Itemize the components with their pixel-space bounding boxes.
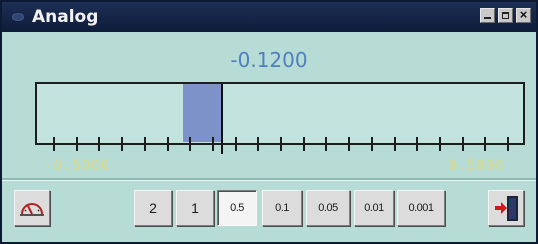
scale-tick [325, 137, 328, 151]
scale-tick [348, 137, 351, 151]
scale-tick [189, 137, 192, 151]
range-button[interactable]: 2 [134, 190, 172, 226]
scale-tick [143, 137, 146, 151]
range-button[interactable]: 1 [176, 190, 214, 226]
scale-tick [416, 137, 419, 151]
range-button[interactable]: 0.01 [354, 190, 394, 226]
scale-tick [302, 137, 305, 151]
gauge-button[interactable] [14, 190, 50, 226]
window-title: Analog [32, 7, 99, 27]
maximize-icon [502, 12, 509, 19]
exit-button[interactable] [488, 190, 524, 226]
scale-tick [211, 137, 214, 151]
scale-tick [53, 137, 55, 151]
scale-tick [280, 137, 282, 151]
scale-tick [393, 137, 396, 151]
scale-min-label: -0.5000 [44, 158, 111, 174]
scale-tick [234, 137, 237, 151]
range-button[interactable]: 0.5 [217, 190, 257, 226]
scale-tick [98, 137, 101, 151]
minimize-button[interactable] [480, 8, 495, 23]
gauge-icon [20, 203, 44, 216]
window-icon [12, 13, 24, 21]
title-bar[interactable]: Analog × [2, 2, 536, 32]
range-button[interactable]: 0.1 [262, 190, 302, 226]
minimize-icon [484, 17, 491, 19]
close-button[interactable]: × [516, 7, 531, 23]
range-button[interactable]: 0.05 [306, 190, 350, 226]
scale-tick [166, 137, 169, 151]
meter-bar [35, 82, 525, 154]
maximize-button[interactable] [498, 8, 513, 23]
meter-fill [182, 84, 222, 142]
range-button[interactable]: 0.001 [397, 190, 445, 226]
analog-window: Analog × -0.1200 -0.5000 0.5000 2 1 0.5 0.1… [0, 0, 538, 244]
value-readout: -0.1200 [230, 48, 308, 72]
scale-tick [75, 137, 78, 151]
scale-tick [438, 137, 441, 151]
scale-max-label: 0.5000 [448, 158, 505, 174]
scale-tick [461, 137, 464, 151]
scale-tick [257, 137, 260, 151]
scale-tick [507, 137, 509, 151]
close-icon: × [519, 7, 528, 22]
scale-tick [370, 137, 373, 151]
toolbar-divider [2, 178, 536, 181]
exit-door-icon [495, 196, 518, 221]
scale-tick [484, 137, 487, 151]
scale-tick [121, 137, 124, 151]
